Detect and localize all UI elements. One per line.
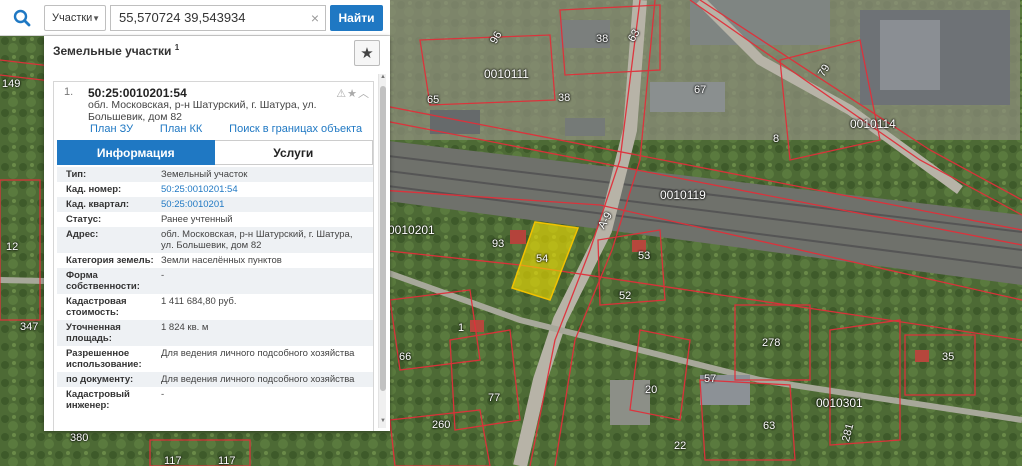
result-card-header: 1. 50:25:0010201:54 обл. Московская, р-н… bbox=[54, 82, 373, 147]
warning-icon[interactable]: ⚠ bbox=[336, 88, 347, 100]
results-panel: Земельные участки 1 ★ 1. 50:25:0010201:5… bbox=[44, 36, 390, 431]
find-button[interactable]: Найти bbox=[330, 4, 383, 31]
result-number: 1. bbox=[64, 86, 74, 98]
table-row: Статус: Ранее учтенный bbox=[57, 212, 373, 227]
map-label-parcel: 38 bbox=[596, 33, 609, 45]
tab-services[interactable]: Услуги bbox=[214, 140, 373, 165]
map-label-parcel: 66 bbox=[399, 351, 412, 363]
panel-header: Земельные участки 1 ★ bbox=[44, 36, 390, 70]
property-value: 1 824 кв. м bbox=[161, 322, 209, 333]
map-label-selected-parcel: 54 bbox=[536, 253, 549, 265]
table-row: Форма собственности: - bbox=[57, 268, 373, 294]
map-label-parcel: 8 bbox=[773, 133, 780, 145]
map-label-parcel: 22 bbox=[674, 440, 687, 452]
table-row: Уточненная площадь: 1 824 кв. м bbox=[57, 320, 373, 346]
map-label-parcel: 380 bbox=[70, 432, 89, 444]
property-key: Уточненная площадь: bbox=[66, 322, 121, 344]
category-select-value: Участки bbox=[52, 11, 93, 24]
table-row: Кад. квартал: 50:25:0010201 bbox=[57, 197, 373, 212]
search-input-value: 55,570724 39,543934 bbox=[119, 10, 246, 25]
map-label-parcel: 12 bbox=[6, 241, 19, 253]
map-label-parcel: 20 bbox=[645, 384, 658, 396]
table-row: Кад. номер: 50:25:0010201:54 bbox=[57, 182, 373, 197]
property-value: Ранее учтенный bbox=[161, 214, 233, 225]
property-value: Земли населённых пунктов bbox=[161, 255, 282, 266]
tab-information[interactable]: Информация bbox=[57, 140, 215, 165]
result-address: обл. Московская, р-н Шатурский, г. Шатур… bbox=[88, 99, 317, 123]
table-row: Адрес: обл. Московская, р-н Шатурский, г.… bbox=[57, 227, 373, 253]
property-key: Кадастровая стоимость: bbox=[66, 296, 127, 318]
property-key: Категория земель: bbox=[66, 255, 154, 266]
table-row: Разрешенное использование: Для ведения ли… bbox=[57, 346, 373, 372]
property-value-link[interactable]: 50:25:0010201:54 bbox=[161, 184, 373, 195]
map-label-parcel: 65 bbox=[427, 94, 440, 106]
star-icon: ★ bbox=[360, 45, 374, 62]
scrollbar-thumb[interactable] bbox=[380, 86, 386, 391]
table-row: Категория земель: Земли населённых пункто… bbox=[57, 253, 373, 268]
search-bar: Участки ▼ 55,570724 39,543934 × Найти bbox=[0, 0, 390, 36]
result-card: 1. 50:25:0010201:54 обл. Московская, р-н… bbox=[53, 81, 374, 431]
chevron-up-icon[interactable]: ︿ bbox=[358, 88, 370, 100]
map-label-parcel: 38 bbox=[558, 92, 571, 104]
property-key: Кад. квартал: bbox=[66, 199, 130, 210]
property-value: - bbox=[161, 389, 165, 400]
search-input[interactable]: 55,570724 39,543934 × bbox=[110, 4, 326, 31]
map-label-parcel: 1 bbox=[458, 322, 465, 334]
clear-icon[interactable]: × bbox=[311, 10, 319, 26]
scroll-up-icon[interactable]: ▲ bbox=[379, 74, 387, 84]
tab-bar: Информация Услуги bbox=[57, 140, 373, 165]
map-label-quarter: 0010114 bbox=[850, 117, 896, 131]
property-value: обл. Московская, р-н Шатурский, г. Шатур… bbox=[161, 229, 353, 251]
map-label-parcel: 77 bbox=[488, 392, 501, 404]
property-value: 1 411 684,80 руб. bbox=[161, 296, 237, 307]
property-value-link[interactable]: 50:25:0010201 bbox=[161, 199, 373, 210]
map-label-quarter: 0010119 bbox=[660, 188, 706, 202]
property-key: Форма собственности: bbox=[66, 270, 140, 292]
map-label-quarter: 0010111 bbox=[484, 67, 529, 81]
property-key: по документу: bbox=[66, 374, 134, 385]
map-label-parcel: 260 bbox=[432, 419, 451, 431]
map-label-parcel: 53 bbox=[638, 250, 651, 262]
map-label-parcel: 35 bbox=[942, 351, 955, 363]
cadastral-number[interactable]: 50:25:0010201:54 bbox=[88, 86, 187, 100]
table-row: Кадастровая стоимость: 1 411 684,80 руб. bbox=[57, 294, 373, 320]
search-icon[interactable] bbox=[8, 4, 36, 32]
map-label-quarter: 0010201 bbox=[388, 223, 435, 237]
map-label-parcel: 67 bbox=[694, 84, 707, 96]
scroll-down-icon[interactable]: ▼ bbox=[379, 418, 387, 428]
property-key: Кад. номер: bbox=[66, 184, 122, 195]
map-label-parcel: 278 bbox=[762, 337, 781, 349]
property-key: Тип: bbox=[66, 169, 87, 180]
card-actions: ⚠★︿ bbox=[336, 85, 370, 101]
table-row: Тип: Земельный участок bbox=[57, 167, 373, 182]
map-label-parcel: 63 bbox=[763, 420, 776, 432]
chevron-down-icon: ▼ bbox=[92, 13, 100, 23]
property-value: Для ведения личного подсобного хозяйства bbox=[161, 374, 355, 385]
panel-scrollbar[interactable]: ▲ ▼ bbox=[378, 74, 386, 428]
map-label-parcel: 93 bbox=[492, 238, 505, 250]
panel-title-text: Земельные участки bbox=[53, 44, 172, 58]
property-key: Статус: bbox=[66, 214, 102, 225]
property-key: Адрес: bbox=[66, 229, 99, 240]
category-select[interactable]: Участки ▼ bbox=[44, 4, 106, 31]
property-value: - bbox=[161, 270, 165, 281]
properties-table: Тип: Земельный участок Кад. номер: 50:25:0… bbox=[57, 167, 373, 413]
panel-title: Земельные участки 1 bbox=[53, 43, 179, 58]
map-label-parcel: 117 bbox=[218, 455, 236, 466]
favorites-button[interactable]: ★ bbox=[354, 40, 380, 66]
map-label-quarter: 0010301 bbox=[816, 396, 863, 410]
property-key: Кадастровый инженер: bbox=[66, 389, 130, 411]
map-label-parcel: 117 bbox=[164, 455, 182, 466]
table-row: по документу: Для ведения личного подсобн… bbox=[57, 372, 373, 387]
result-count: 1 bbox=[174, 43, 180, 52]
property-value: Для ведения личного подсобного хозяйства bbox=[161, 348, 355, 359]
map-label-parcel: 347 bbox=[20, 321, 39, 333]
map-label-parcel: 57 bbox=[704, 373, 717, 385]
property-key: Разрешенное использование: bbox=[66, 348, 142, 370]
star-icon[interactable]: ★ bbox=[347, 88, 358, 100]
map-label-parcel: 149 bbox=[2, 78, 21, 90]
map-label-parcel: 52 bbox=[619, 290, 632, 302]
table-row: Кадастровый инженер: - bbox=[57, 387, 373, 413]
property-value: Земельный участок bbox=[161, 169, 248, 180]
